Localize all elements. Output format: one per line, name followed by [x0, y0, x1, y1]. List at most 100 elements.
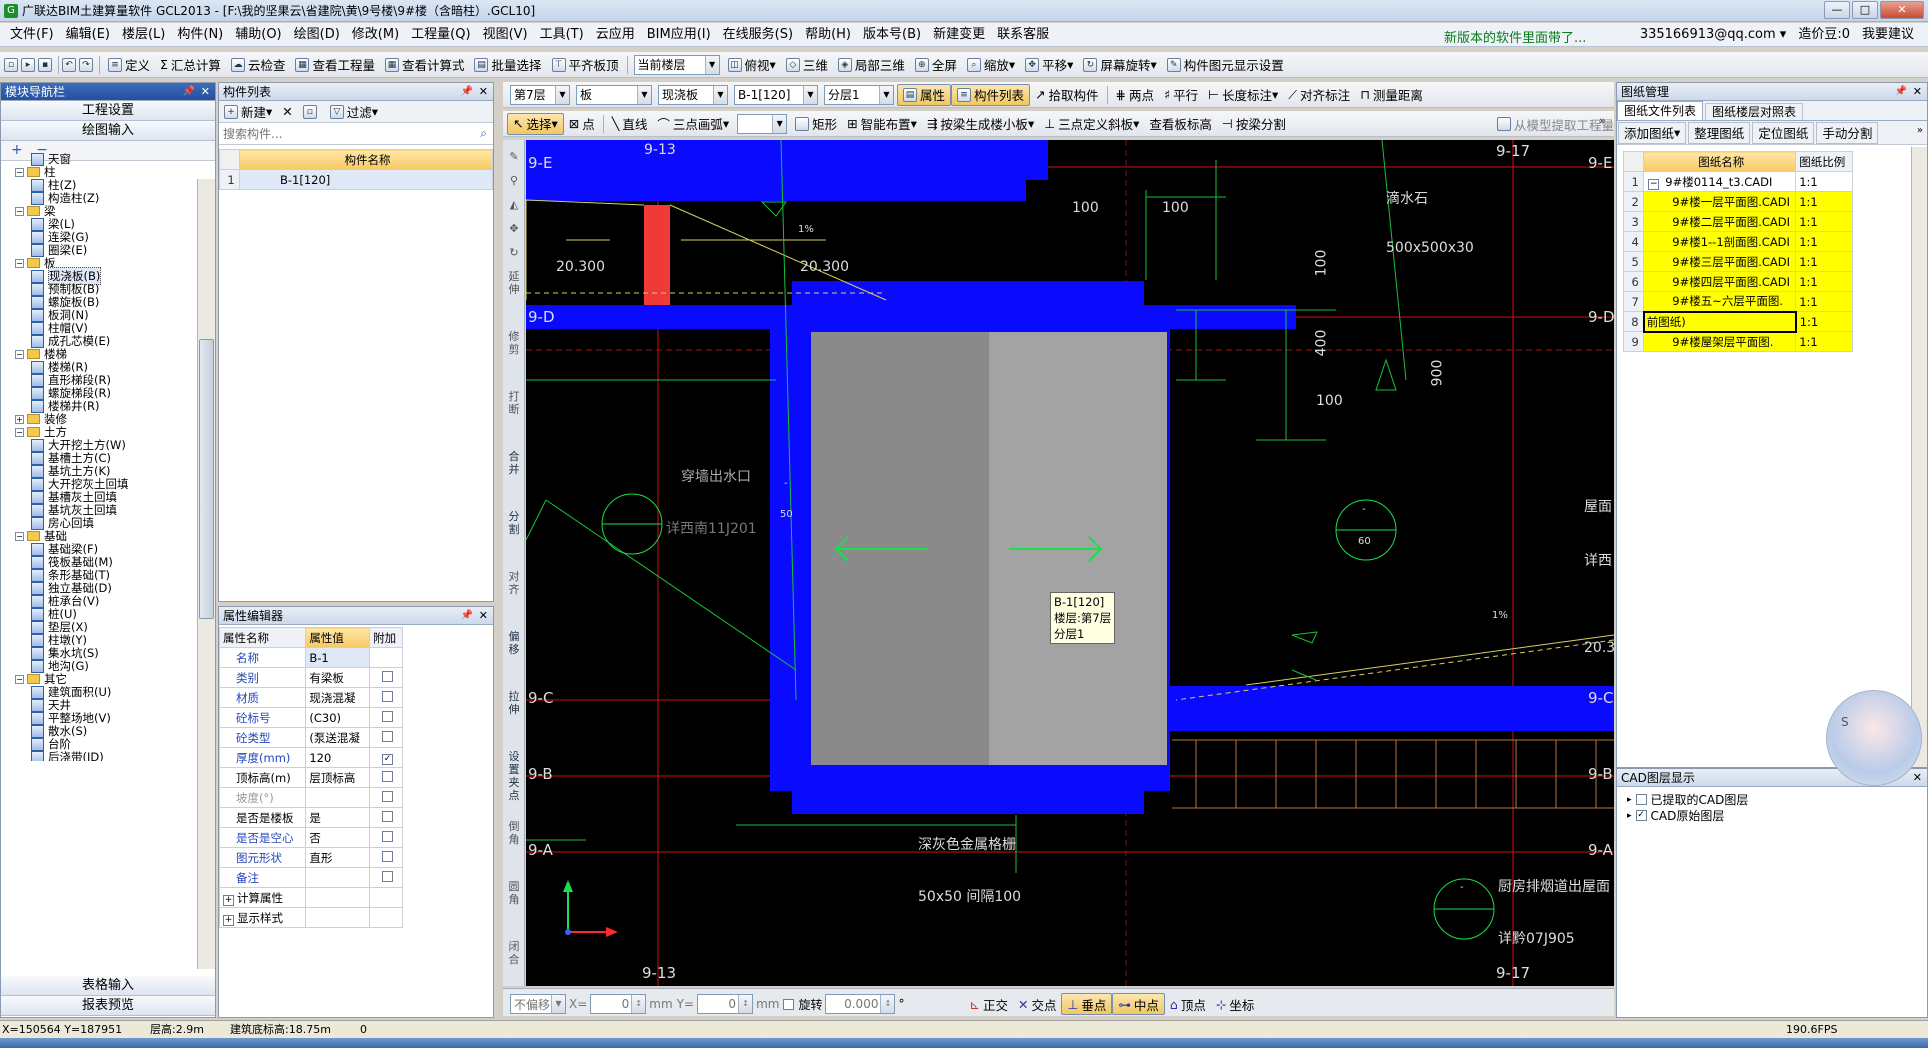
tab-drawing-floor-map[interactable]: 图纸楼层对照表	[1705, 103, 1804, 120]
menu-item-6[interactable]: 修改(M)	[346, 24, 405, 46]
rotate-icon[interactable]: ↻	[505, 246, 523, 259]
table-row[interactable]: 1 B-1[120]	[219, 169, 493, 190]
floor-select[interactable]: 第7层 ▼	[510, 84, 570, 105]
drawing-name[interactable]: 9#楼屋架层平面图.	[1643, 331, 1797, 352]
summary-calc-button[interactable]: Σ 汇总计算	[155, 54, 226, 76]
menu-item-8[interactable]: 视图(V)	[477, 24, 534, 46]
drawing-row[interactable]: 5 9#楼三层平面图.CADI 1:1	[1622, 251, 1853, 272]
screen-rotate-button[interactable]: ↻ 屏幕旋转 ▾	[1078, 54, 1161, 76]
drawing-canvas[interactable]: 9-E 9-E 9-D 9-D 9-C 9-C 9-B 9-B 9-A 9-A …	[526, 140, 1614, 986]
set-grip-tool[interactable]: 设置夹点	[505, 750, 523, 802]
drawing-name[interactable]: 前图纸)	[1642, 310, 1797, 333]
organize-drawing-button[interactable]: 整理图纸	[1688, 121, 1751, 144]
component-select[interactable]: B-1[120] ▼	[734, 84, 818, 105]
pin-icon[interactable]: 📌	[1895, 83, 1907, 101]
break-tool[interactable]: 打断	[505, 390, 523, 416]
tree-item[interactable]: 后浇带(JD)	[31, 749, 104, 761]
split-tool[interactable]: 分割	[505, 510, 523, 536]
property-value[interactable]: 直形	[305, 847, 371, 868]
drawing-scale[interactable]: 1:1	[1795, 251, 1853, 272]
cad-drawing[interactable]	[526, 140, 1614, 986]
copy-component-button[interactable]: ▫	[298, 101, 325, 123]
x-input[interactable]: 0 ↕	[590, 994, 647, 1014]
property-row[interactable]: 砼类型 (泵送混凝	[218, 727, 403, 748]
attribute-button[interactable]: ▤ 属性	[897, 83, 952, 106]
property-value[interactable]	[305, 867, 371, 888]
merge-tool[interactable]: 合并	[505, 450, 523, 476]
open-file-icon[interactable]: ▸	[21, 57, 35, 72]
drawing-name[interactable]: 9#楼二层平面图.CADI	[1643, 211, 1797, 232]
close-tool[interactable]: 闭合	[505, 940, 523, 966]
collapse-icon[interactable]: −	[15, 427, 24, 437]
component-list-button[interactable]: ≡ 构件列表	[951, 83, 1031, 106]
midpoint-button[interactable]: ⊶ 中点	[1112, 993, 1165, 1015]
rect-button[interactable]: 矩形	[790, 113, 842, 135]
minimize-button[interactable]: —	[1824, 1, 1850, 19]
property-row[interactable]: 坡度(°)	[218, 787, 403, 808]
account-email[interactable]: 335166913@qq.com ▾	[1634, 24, 1793, 46]
manual-split-button[interactable]: 手动分割	[1816, 121, 1879, 144]
drawing-scale[interactable]: 1:1	[1795, 331, 1853, 352]
menu-item-7[interactable]: 工程量(Q)	[405, 24, 476, 46]
beam-box-bottom[interactable]	[792, 790, 1144, 814]
overflow-icon[interactable]: »	[1917, 125, 1923, 136]
point-button[interactable]: ⊠ 点	[564, 113, 600, 135]
property-group[interactable]: + 显示样式	[218, 907, 307, 928]
property-extra-checkbox[interactable]	[382, 690, 394, 702]
project-settings-button[interactable]: 工程设置	[1, 101, 215, 121]
intersection-button[interactable]: ✕ 交点	[1013, 993, 1062, 1015]
smart-layout-button[interactable]: ⊞ 智能布置 ▾	[842, 113, 922, 135]
pick-component-button[interactable]: ↗ 拾取构件	[1030, 84, 1104, 106]
local-3d-button[interactable]: ◈ 局部三维	[833, 54, 910, 76]
view-formula-button[interactable]: ▦ 查看计算式	[380, 54, 470, 76]
drawing-scale[interactable]: 1:1	[1795, 171, 1853, 192]
view-elevation-button[interactable]: 查看板标高	[1144, 113, 1217, 135]
property-row[interactable]: 名称 B-1	[218, 647, 403, 668]
property-group[interactable]: + 计算属性	[218, 887, 307, 908]
property-extra-checkbox[interactable]	[382, 810, 394, 822]
drawing-name[interactable]: −9#楼0114_t3.CADI	[1643, 171, 1797, 192]
beam-9-c[interactable]	[1170, 686, 1614, 731]
pin-icon[interactable]: 📌	[461, 607, 473, 625]
redo-icon[interactable]: ↷	[79, 57, 93, 72]
cloud-check-button[interactable]: ☁ 云检查	[226, 54, 291, 76]
offset-tool[interactable]: 偏移	[505, 630, 523, 656]
table-input-button[interactable]: 表格输入	[1, 976, 215, 996]
property-group-row[interactable]: + 显示样式	[218, 907, 403, 928]
expand-icon[interactable]: +	[223, 914, 234, 926]
coordinate-button[interactable]: ⊹ 坐标	[1211, 993, 1260, 1015]
close-panel-icon[interactable]: ✕	[479, 607, 488, 625]
close-panel-icon[interactable]: ✕	[1913, 83, 1922, 101]
drawing-scrollbar[interactable]	[1911, 147, 1927, 767]
collapse-icon[interactable]: −	[1648, 178, 1660, 190]
menu-item-5[interactable]: 绘图(D)	[288, 24, 346, 46]
new-component-button[interactable]: + 新建 ▾	[219, 101, 277, 123]
property-extra-checkbox[interactable]	[382, 790, 394, 802]
property-row[interactable]: 是否是空心否	[218, 827, 403, 848]
drawing-row[interactable]: 9 9#楼屋架层平面图. 1:1	[1622, 331, 1853, 352]
property-value[interactable]	[305, 787, 371, 808]
beam-top-lower[interactable]	[526, 180, 1026, 201]
subtype-select[interactable]: 现浇板 ▼	[658, 84, 728, 105]
draw-input-button[interactable]: 绘图输入	[1, 121, 215, 141]
drawing-row[interactable]: 8 前图纸) 1:1	[1622, 310, 1853, 333]
drawing-row[interactable]: 1−9#楼0114_t3.CADI 1:1	[1622, 171, 1853, 192]
fullscreen-button[interactable]: ⊕ 全屏	[910, 54, 962, 76]
top-view-button[interactable]: ◫ 俯视 ▾	[723, 54, 781, 76]
drawing-scale[interactable]: 1:1	[1795, 211, 1853, 232]
delete-component-button[interactable]: ✕	[277, 101, 297, 123]
property-row[interactable]: 图元形状 直形	[218, 847, 403, 868]
batch-select-button[interactable]: ▤ 批量选择	[469, 54, 546, 76]
pencil-icon[interactable]: ✎	[505, 150, 523, 163]
layer-select[interactable]: 分层1 ▼	[824, 84, 894, 105]
split-by-beam-button[interactable]: ⊣ 按梁分割	[1217, 113, 1291, 135]
menu-item-1[interactable]: 编辑(E)	[60, 24, 116, 46]
menu-item-14[interactable]: 版本号(B)	[857, 24, 927, 46]
display-settings-button[interactable]: ✎ 构件图元显示设置	[1162, 54, 1289, 76]
property-value[interactable]: 现浇混凝	[305, 687, 371, 708]
menu-item-0[interactable]: 文件(F)	[4, 24, 60, 46]
drawing-name[interactable]: 9#楼五~六层平面图.	[1643, 291, 1797, 312]
y-input[interactable]: 0 ↕	[697, 994, 754, 1014]
drawing-row[interactable]: 6 9#楼四层平面图.CADI 1:1	[1622, 271, 1853, 292]
current-floor-select[interactable]: 当前楼层 ▼	[633, 54, 720, 75]
